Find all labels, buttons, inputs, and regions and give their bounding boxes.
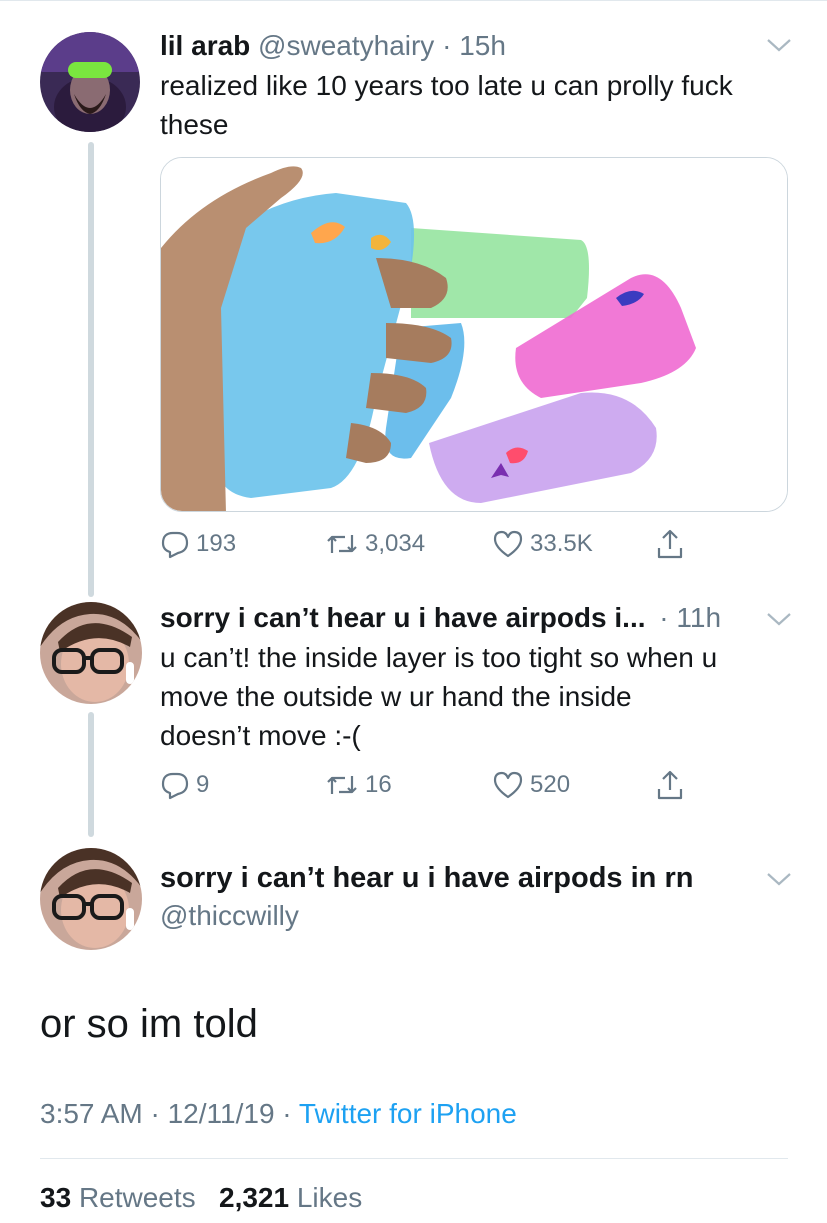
tweet-text-line: these — [160, 109, 229, 140]
thread-line — [88, 712, 94, 837]
tweet-text: or so im told — [40, 1002, 258, 1046]
handle[interactable]: @sweatyhairy — [258, 30, 434, 61]
retweet-icon — [327, 776, 357, 794]
share-button[interactable] — [655, 765, 685, 805]
like-count: 33.5K — [530, 530, 593, 557]
retweet-icon — [327, 535, 357, 553]
tweet-text: u can’t! the inside layer is too tight s… — [160, 638, 717, 755]
reply-count: 9 — [196, 771, 210, 798]
tweet-image[interactable] — [160, 157, 788, 512]
avatar[interactable] — [40, 32, 140, 132]
retweet-count: 3,034 — [365, 530, 426, 557]
share-icon — [657, 770, 683, 800]
tweet-text-line: u can’t! the inside layer is too tight s… — [160, 642, 718, 673]
reply-button[interactable]: 9 — [160, 765, 209, 805]
tweet-text-line: doesn’t move :-( — [160, 720, 361, 751]
like-icon — [493, 771, 523, 799]
timestamp[interactable]: · 15h — [442, 30, 506, 61]
timestamp[interactable]: 3:57 AM · 12/11/19 · — [40, 1098, 292, 1129]
avatar[interactable] — [40, 602, 142, 704]
display-name[interactable]: sorry i can’t hear u i have airpods in r… — [160, 858, 693, 898]
tweet-actions: 9 16 520 — [160, 765, 720, 805]
chevron-down-icon[interactable] — [765, 36, 793, 54]
tweet-actions: 193 3,034 33.5K — [160, 524, 720, 564]
retweet-button[interactable]: 3,034 — [325, 524, 425, 564]
tweet-stats: 33 Retweets 2,321 Likes — [40, 1180, 362, 1216]
source-link[interactable]: Twitter for iPhone — [299, 1098, 517, 1129]
likes-stat[interactable]: 2,321 Likes — [219, 1182, 362, 1213]
like-label: Likes — [296, 1182, 363, 1213]
display-name[interactable]: sorry i can’t hear u i have airpods i... — [160, 602, 646, 633]
tweet-header: sorry i can’t hear u i have airpods i...… — [160, 600, 721, 636]
retweet-count: 33 — [40, 1182, 72, 1213]
tweet-text: realized like 10 years too late u can pr… — [160, 66, 733, 144]
tweet-text-line: realized like 10 years too late u can pr… — [160, 70, 733, 101]
tweet-timestamp: 3:57 AM · 12/11/19 · Twitter for iPhone — [40, 1096, 517, 1132]
chevron-down-icon[interactable] — [765, 870, 793, 888]
tweet-text-line: move the outside w ur hand the inside — [160, 681, 632, 712]
reply-count: 193 — [196, 530, 237, 557]
top-divider — [0, 0, 827, 1]
like-icon — [493, 530, 523, 558]
chevron-down-icon[interactable] — [765, 610, 793, 628]
handle[interactable]: @thiccwilly — [160, 898, 299, 934]
retweet-button[interactable]: 16 — [325, 765, 392, 805]
retweets-stat[interactable]: 33 Retweets — [40, 1182, 196, 1213]
reply-button[interactable]: 193 — [160, 524, 236, 564]
thread-line — [88, 142, 94, 597]
timestamp[interactable]: · 11h — [659, 602, 721, 633]
retweet-count: 16 — [365, 771, 392, 798]
like-count: 2,321 — [219, 1182, 290, 1213]
like-button[interactable]: 520 — [492, 765, 570, 805]
divider — [40, 1158, 788, 1159]
avatar[interactable] — [40, 848, 142, 950]
like-button[interactable]: 33.5K — [492, 524, 593, 564]
like-count: 520 — [530, 771, 571, 798]
tweet-header: lil arab @sweatyhairy · 15h — [160, 28, 506, 64]
share-button[interactable] — [655, 524, 685, 564]
share-icon — [657, 529, 683, 559]
retweet-label: Retweets — [78, 1182, 196, 1213]
reply-icon — [161, 531, 189, 559]
reply-icon — [161, 772, 189, 800]
display-name[interactable]: lil arab — [160, 30, 250, 61]
